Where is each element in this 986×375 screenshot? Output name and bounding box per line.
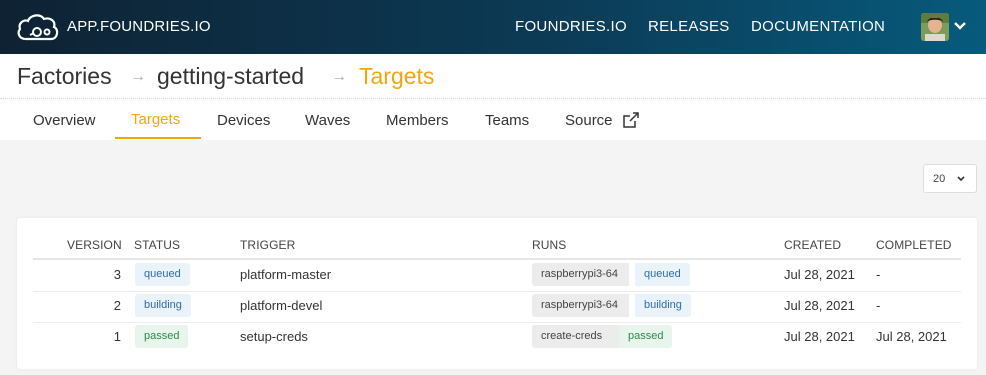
app-brand[interactable]: APP.FOUNDRIES.IO: [67, 18, 211, 35]
target-completed: Jul 28, 2021: [876, 329, 947, 344]
column-header-version: VERSION: [67, 238, 122, 252]
target-version[interactable]: 1: [91, 329, 121, 344]
breadcrumb-separator: →: [130, 68, 146, 85]
breadcrumb: Factories → getting-started → Targets: [0, 54, 986, 99]
tab-source[interactable]: Source: [565, 112, 613, 129]
top-navbar: APP.FOUNDRIES.IO FOUNDRIES.IO RELEASES D…: [0, 0, 986, 54]
target-created: Jul 28, 2021: [784, 267, 855, 282]
column-header-completed: COMPLETED: [876, 238, 952, 252]
status-badge: passed: [135, 325, 189, 348]
target-version[interactable]: 3: [91, 267, 121, 282]
column-header-trigger: TRIGGER: [240, 238, 296, 252]
tab-targets[interactable]: Targets: [131, 111, 180, 128]
chevron-down-icon: [957, 176, 965, 182]
nav-documentation-link[interactable]: DOCUMENTATION: [751, 18, 885, 35]
active-tab-indicator: [115, 137, 201, 139]
tab-teams[interactable]: Teams: [485, 112, 529, 129]
column-header-status: STATUS: [134, 238, 181, 252]
target-completed: -: [876, 267, 881, 282]
chevron-down-icon[interactable]: [952, 18, 968, 34]
target-trigger: platform-devel: [240, 298, 323, 313]
breadcrumb-current: Targets: [359, 63, 435, 89]
tab-overview[interactable]: Overview: [33, 112, 96, 129]
target-created: Jul 28, 2021: [784, 329, 855, 344]
target-trigger: platform-master: [240, 267, 332, 282]
row-divider: [33, 322, 961, 323]
tab-devices[interactable]: Devices: [217, 112, 270, 129]
nav-foundries-link[interactable]: FOUNDRIES.IO: [515, 18, 627, 35]
page-size-select[interactable]: 20: [923, 164, 977, 193]
column-header-created: CREATED: [784, 238, 842, 252]
target-completed: -: [876, 298, 881, 313]
breadcrumb-factory-name[interactable]: getting-started: [157, 63, 304, 90]
table-header-divider: [33, 258, 961, 260]
run-name[interactable]: raspberrypi3-64: [532, 294, 629, 317]
run-name[interactable]: raspberrypi3-64: [532, 263, 629, 286]
user-avatar[interactable]: [921, 13, 949, 41]
page-size-value: 20: [933, 173, 946, 185]
breadcrumb-factories[interactable]: Factories: [17, 63, 112, 90]
run-status-badge[interactable]: queued: [635, 263, 690, 286]
nav-releases-link[interactable]: RELEASES: [648, 18, 730, 35]
external-link-icon[interactable]: [622, 111, 640, 129]
tab-members[interactable]: Members: [386, 112, 449, 129]
targets-table: VERSION STATUS TRIGGER RUNS CREATED COMP…: [17, 218, 977, 369]
foundries-cloud-logo-icon[interactable]: [16, 11, 60, 43]
target-version[interactable]: 2: [91, 298, 121, 313]
run-status-badge[interactable]: building: [635, 294, 691, 317]
target-trigger: setup-creds: [240, 329, 308, 344]
target-created: Jul 28, 2021: [784, 298, 855, 313]
run-status-badge[interactable]: passed: [619, 325, 673, 348]
status-badge: building: [135, 294, 191, 317]
column-header-runs: RUNS: [532, 238, 567, 252]
status-badge: queued: [135, 263, 190, 286]
breadcrumb-separator: →: [331, 68, 347, 85]
tab-bar: Overview Targets Devices Waves Members T…: [0, 99, 986, 140]
run-name[interactable]: create-creds: [532, 325, 619, 348]
tab-waves[interactable]: Waves: [305, 112, 350, 129]
row-divider: [33, 291, 961, 292]
